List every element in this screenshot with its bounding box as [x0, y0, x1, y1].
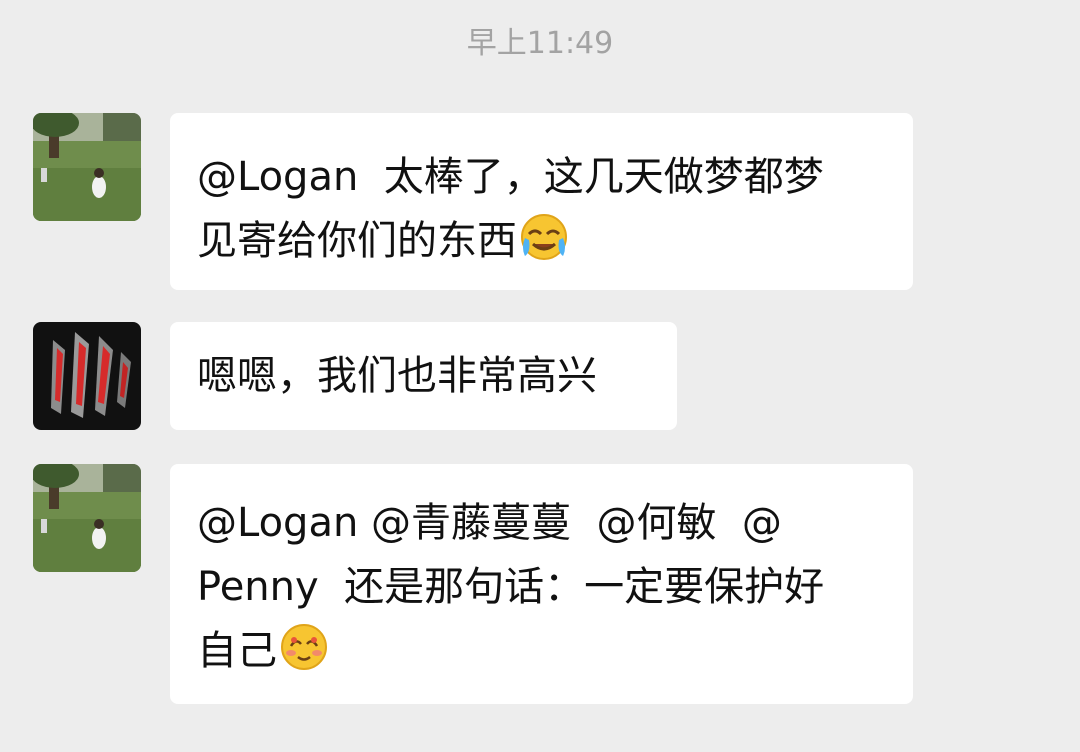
claw-marks-avatar[interactable] — [33, 322, 141, 430]
crying-face-emoji-icon — [519, 212, 569, 262]
chat-timestamp: 早上11:49 — [466, 26, 614, 61]
message-text-line: 见寄给你们的东西 — [197, 209, 913, 273]
message-bubble[interactable]: 嗯嗯，我们也非常高兴 — [170, 322, 677, 430]
message-text-line: 嗯嗯，我们也非常高兴 — [197, 353, 597, 399]
park-photo-avatar[interactable] — [33, 464, 141, 572]
message-text-line: Penny 还是那句话：一定要保护好 — [197, 564, 825, 610]
message-text-line: @Logan @青藤蔓蔓 @何敏 @ — [197, 500, 782, 546]
message-text-line: @Logan 太棒了，这几天做梦都梦 — [197, 154, 824, 200]
park-photo-avatar[interactable] — [33, 113, 141, 221]
shy-face-emoji-icon — [279, 622, 329, 672]
message-bubble[interactable]: @Logan 太棒了，这几天做梦都梦 见寄给你们的东西 — [170, 113, 913, 290]
message-bubble[interactable]: @Logan @青藤蔓蔓 @何敏 @ Penny 还是那句话：一定要保护好 自己 — [170, 464, 913, 704]
message-text-line: 自己 — [197, 619, 913, 683]
